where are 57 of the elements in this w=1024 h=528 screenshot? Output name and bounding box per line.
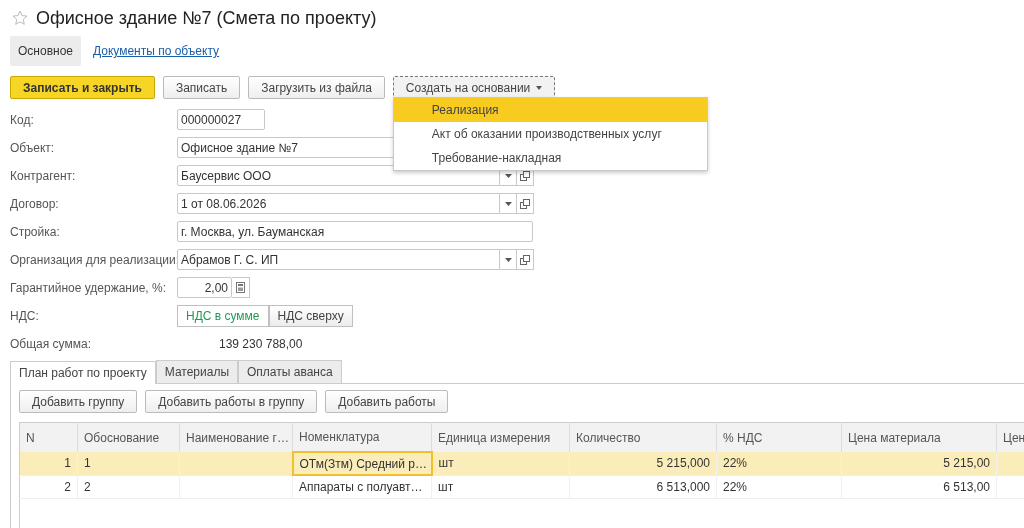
field-label: Контрагент: [10, 168, 77, 183]
column-header[interactable]: Номенклатура [292, 422, 432, 452]
field-label: Договор: [10, 196, 60, 211]
table-cell: 2 [19, 475, 78, 498]
add-button[interactable]: Добавить работы в группу [145, 390, 318, 413]
number-field[interactable]: 2,00 [177, 277, 232, 298]
field-label: Объект: [10, 140, 56, 155]
select-field[interactable]: Абрамов Г. С. ИП [177, 249, 500, 270]
tab[interactable]: Оплаты аванса [238, 360, 342, 383]
create-based-on-button[interactable]: Создать на основании [392, 76, 556, 99]
column-header[interactable]: Наименование г… [179, 422, 293, 452]
toolbar-button[interactable]: Загрузить из файла [248, 76, 385, 99]
table-row[interactable]: 2 2 Аппараты с полуавт… шт 6 513,000 22% 6 513,00 [19, 475, 1024, 498]
section-tab[interactable]: Основное [10, 36, 81, 66]
menu-item[interactable]: Реализация [393, 98, 707, 122]
vat-option[interactable]: НДС сверху [268, 304, 353, 327]
table-cell: 1 [77, 452, 180, 475]
table-cell: 5 215,000 [569, 452, 717, 475]
column-header[interactable]: Цена материала [841, 422, 997, 452]
text-field[interactable]: г. Москва, ул. Бауманская [177, 221, 533, 242]
section-link[interactable]: Документы по объекту [85, 36, 228, 66]
column-header[interactable]: Количество [569, 422, 717, 452]
select-field[interactable]: Баусервис ООО [177, 165, 500, 186]
table-cell: 2 [77, 475, 180, 498]
table-cell: 6 513,00 [841, 475, 997, 498]
table-cell: 5 215,00 [841, 452, 997, 475]
column-header[interactable]: Единица измерения [431, 422, 570, 452]
add-button[interactable]: Добавить работы [325, 390, 449, 413]
table-cell: 1 [19, 452, 78, 475]
total-amount: 139 230 788,00 [218, 336, 303, 351]
table-cell: 22% [716, 475, 842, 498]
column-header[interactable]: Цен [996, 422, 1024, 452]
table-cell: ОТм(Зтм) Средний р… [292, 452, 432, 475]
table-cell: шт [431, 452, 570, 475]
table-cell: шт [431, 475, 570, 498]
window-title: Офисное здание №7 (Смета по проекту) [36, 7, 377, 29]
field-label: Гарантийное удержание, %: [10, 280, 167, 295]
field-label: Общая сумма: [10, 336, 92, 351]
field-label: Организация для реализации: [10, 252, 177, 267]
table-cell: 22% [716, 452, 842, 475]
code-field[interactable]: 000000027 [177, 109, 265, 130]
select-field[interactable]: 1 от 08.06.2026 [177, 193, 500, 214]
tab[interactable]: Материалы [155, 360, 239, 383]
table-cell: 6 513,000 [569, 475, 717, 498]
toolbar-button[interactable]: Записать [162, 76, 241, 99]
vat-option[interactable]: НДС в сумме [177, 304, 269, 327]
save-close-button[interactable]: Записать и закрыть [10, 76, 155, 99]
column-header[interactable]: % НДС [716, 422, 842, 452]
table-cell: Аппараты с полуавт… [292, 475, 432, 498]
field-label: Стройка: [10, 224, 61, 239]
field-label: НДС: [10, 308, 40, 323]
column-header[interactable]: N [19, 422, 78, 452]
column-header[interactable]: Обоснование [77, 422, 180, 452]
table-row[interactable]: 1 1 ОТм(Зтм) Средний р… шт 5 215,000 22% 5 215,00 [19, 452, 1024, 475]
field-label: Код: [10, 112, 35, 127]
tab[interactable]: План работ по проекту [10, 361, 156, 384]
add-button[interactable]: Добавить группу [19, 390, 138, 413]
